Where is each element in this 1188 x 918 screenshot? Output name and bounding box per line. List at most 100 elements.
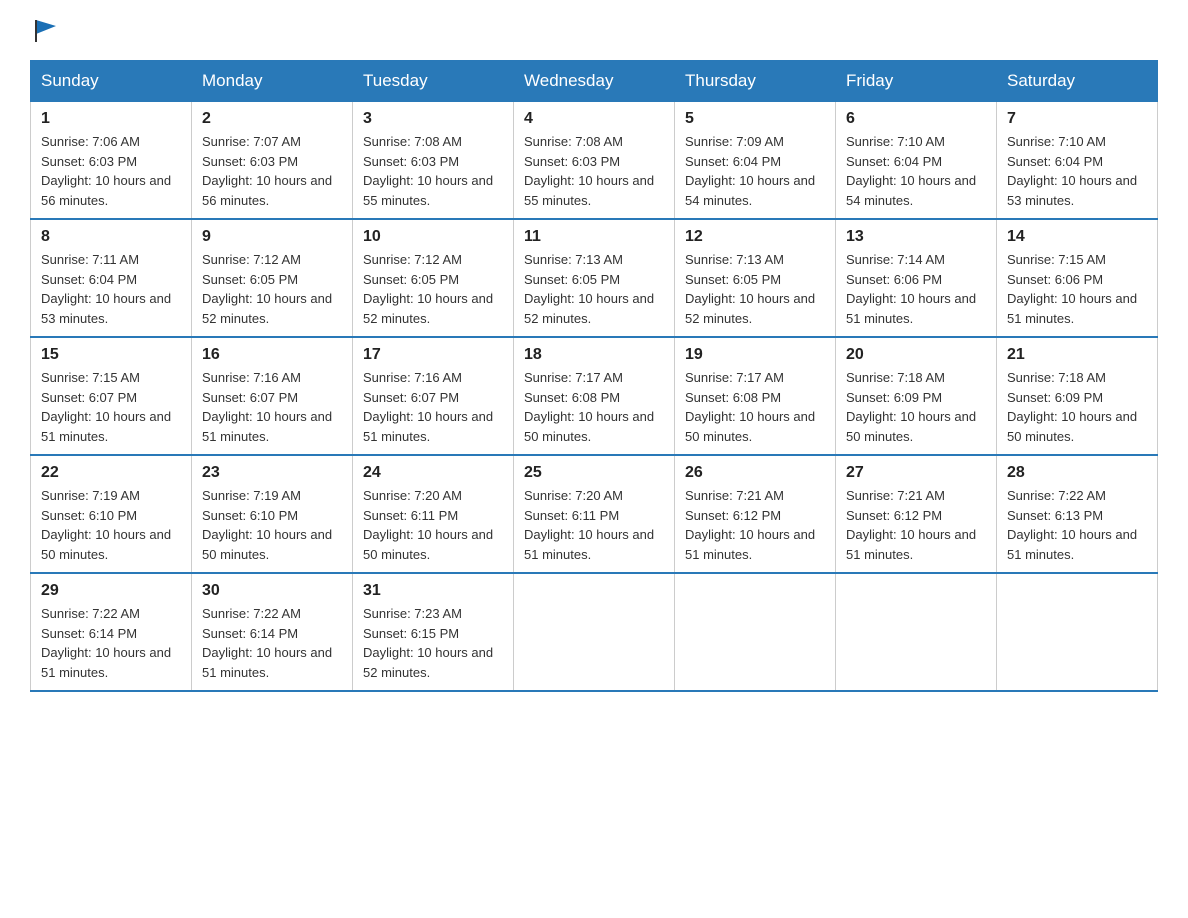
day-info: Sunrise: 7:19 AMSunset: 6:10 PMDaylight:… <box>41 488 171 562</box>
calendar-cell: 4 Sunrise: 7:08 AMSunset: 6:03 PMDayligh… <box>514 102 675 220</box>
day-number: 21 <box>1007 346 1147 364</box>
day-info: Sunrise: 7:20 AMSunset: 6:11 PMDaylight:… <box>524 488 654 562</box>
day-number: 19 <box>685 346 825 364</box>
day-number: 17 <box>363 346 503 364</box>
calendar-cell: 31 Sunrise: 7:23 AMSunset: 6:15 PMDaylig… <box>353 573 514 691</box>
day-number: 22 <box>41 464 181 482</box>
calendar-cell: 15 Sunrise: 7:15 AMSunset: 6:07 PMDaylig… <box>31 337 192 455</box>
calendar-header-row: SundayMondayTuesdayWednesdayThursdayFrid… <box>31 61 1158 102</box>
day-number: 20 <box>846 346 986 364</box>
calendar-cell: 16 Sunrise: 7:16 AMSunset: 6:07 PMDaylig… <box>192 337 353 455</box>
day-number: 3 <box>363 110 503 128</box>
calendar-cell: 19 Sunrise: 7:17 AMSunset: 6:08 PMDaylig… <box>675 337 836 455</box>
day-info: Sunrise: 7:11 AMSunset: 6:04 PMDaylight:… <box>41 252 171 326</box>
day-info: Sunrise: 7:16 AMSunset: 6:07 PMDaylight:… <box>363 370 493 444</box>
day-info: Sunrise: 7:22 AMSunset: 6:14 PMDaylight:… <box>41 606 171 680</box>
day-number: 2 <box>202 110 342 128</box>
day-number: 31 <box>363 582 503 600</box>
calendar-cell: 2 Sunrise: 7:07 AMSunset: 6:03 PMDayligh… <box>192 102 353 220</box>
day-info: Sunrise: 7:18 AMSunset: 6:09 PMDaylight:… <box>846 370 976 444</box>
calendar-cell: 21 Sunrise: 7:18 AMSunset: 6:09 PMDaylig… <box>997 337 1158 455</box>
calendar-cell: 23 Sunrise: 7:19 AMSunset: 6:10 PMDaylig… <box>192 455 353 573</box>
calendar-cell: 1 Sunrise: 7:06 AMSunset: 6:03 PMDayligh… <box>31 102 192 220</box>
calendar-cell: 18 Sunrise: 7:17 AMSunset: 6:08 PMDaylig… <box>514 337 675 455</box>
day-number: 23 <box>202 464 342 482</box>
calendar-cell: 8 Sunrise: 7:11 AMSunset: 6:04 PMDayligh… <box>31 219 192 337</box>
page-header <box>30 20 1158 44</box>
calendar-cell: 26 Sunrise: 7:21 AMSunset: 6:12 PMDaylig… <box>675 455 836 573</box>
day-number: 1 <box>41 110 181 128</box>
calendar-cell: 7 Sunrise: 7:10 AMSunset: 6:04 PMDayligh… <box>997 102 1158 220</box>
calendar-cell: 22 Sunrise: 7:19 AMSunset: 6:10 PMDaylig… <box>31 455 192 573</box>
day-number: 6 <box>846 110 986 128</box>
day-number: 10 <box>363 228 503 246</box>
calendar-cell <box>836 573 997 691</box>
day-info: Sunrise: 7:13 AMSunset: 6:05 PMDaylight:… <box>685 252 815 326</box>
calendar-cell: 14 Sunrise: 7:15 AMSunset: 6:06 PMDaylig… <box>997 219 1158 337</box>
calendar-header-monday: Monday <box>192 61 353 102</box>
calendar-cell: 17 Sunrise: 7:16 AMSunset: 6:07 PMDaylig… <box>353 337 514 455</box>
day-info: Sunrise: 7:06 AMSunset: 6:03 PMDaylight:… <box>41 134 171 208</box>
calendar-header-friday: Friday <box>836 61 997 102</box>
calendar-cell: 11 Sunrise: 7:13 AMSunset: 6:05 PMDaylig… <box>514 219 675 337</box>
day-number: 24 <box>363 464 503 482</box>
calendar-week-row: 29 Sunrise: 7:22 AMSunset: 6:14 PMDaylig… <box>31 573 1158 691</box>
calendar-week-row: 8 Sunrise: 7:11 AMSunset: 6:04 PMDayligh… <box>31 219 1158 337</box>
day-number: 30 <box>202 582 342 600</box>
calendar-cell: 20 Sunrise: 7:18 AMSunset: 6:09 PMDaylig… <box>836 337 997 455</box>
day-number: 28 <box>1007 464 1147 482</box>
calendar-header-sunday: Sunday <box>31 61 192 102</box>
day-number: 25 <box>524 464 664 482</box>
day-info: Sunrise: 7:17 AMSunset: 6:08 PMDaylight:… <box>685 370 815 444</box>
calendar-header-wednesday: Wednesday <box>514 61 675 102</box>
day-number: 13 <box>846 228 986 246</box>
day-number: 5 <box>685 110 825 128</box>
calendar-week-row: 22 Sunrise: 7:19 AMSunset: 6:10 PMDaylig… <box>31 455 1158 573</box>
day-number: 4 <box>524 110 664 128</box>
day-number: 14 <box>1007 228 1147 246</box>
calendar-cell: 25 Sunrise: 7:20 AMSunset: 6:11 PMDaylig… <box>514 455 675 573</box>
day-info: Sunrise: 7:14 AMSunset: 6:06 PMDaylight:… <box>846 252 976 326</box>
day-info: Sunrise: 7:21 AMSunset: 6:12 PMDaylight:… <box>846 488 976 562</box>
day-number: 7 <box>1007 110 1147 128</box>
calendar-week-row: 15 Sunrise: 7:15 AMSunset: 6:07 PMDaylig… <box>31 337 1158 455</box>
day-number: 27 <box>846 464 986 482</box>
day-info: Sunrise: 7:09 AMSunset: 6:04 PMDaylight:… <box>685 134 815 208</box>
day-info: Sunrise: 7:19 AMSunset: 6:10 PMDaylight:… <box>202 488 332 562</box>
calendar-cell: 5 Sunrise: 7:09 AMSunset: 6:04 PMDayligh… <box>675 102 836 220</box>
day-info: Sunrise: 7:07 AMSunset: 6:03 PMDaylight:… <box>202 134 332 208</box>
calendar-cell: 9 Sunrise: 7:12 AMSunset: 6:05 PMDayligh… <box>192 219 353 337</box>
day-info: Sunrise: 7:10 AMSunset: 6:04 PMDaylight:… <box>846 134 976 208</box>
calendar-cell: 27 Sunrise: 7:21 AMSunset: 6:12 PMDaylig… <box>836 455 997 573</box>
day-number: 8 <box>41 228 181 246</box>
day-info: Sunrise: 7:22 AMSunset: 6:14 PMDaylight:… <box>202 606 332 680</box>
calendar-cell: 3 Sunrise: 7:08 AMSunset: 6:03 PMDayligh… <box>353 102 514 220</box>
day-info: Sunrise: 7:15 AMSunset: 6:07 PMDaylight:… <box>41 370 171 444</box>
day-info: Sunrise: 7:08 AMSunset: 6:03 PMDaylight:… <box>363 134 493 208</box>
calendar-week-row: 1 Sunrise: 7:06 AMSunset: 6:03 PMDayligh… <box>31 102 1158 220</box>
day-info: Sunrise: 7:22 AMSunset: 6:13 PMDaylight:… <box>1007 488 1137 562</box>
calendar-header-saturday: Saturday <box>997 61 1158 102</box>
calendar-cell: 12 Sunrise: 7:13 AMSunset: 6:05 PMDaylig… <box>675 219 836 337</box>
day-number: 11 <box>524 228 664 246</box>
day-info: Sunrise: 7:08 AMSunset: 6:03 PMDaylight:… <box>524 134 654 208</box>
day-info: Sunrise: 7:15 AMSunset: 6:06 PMDaylight:… <box>1007 252 1137 326</box>
day-number: 18 <box>524 346 664 364</box>
calendar-header-thursday: Thursday <box>675 61 836 102</box>
calendar-cell: 6 Sunrise: 7:10 AMSunset: 6:04 PMDayligh… <box>836 102 997 220</box>
calendar-cell <box>675 573 836 691</box>
calendar-header-tuesday: Tuesday <box>353 61 514 102</box>
day-number: 12 <box>685 228 825 246</box>
calendar-cell: 13 Sunrise: 7:14 AMSunset: 6:06 PMDaylig… <box>836 219 997 337</box>
logo-flag-icon <box>32 16 60 44</box>
day-info: Sunrise: 7:12 AMSunset: 6:05 PMDaylight:… <box>202 252 332 326</box>
calendar-cell <box>514 573 675 691</box>
day-info: Sunrise: 7:20 AMSunset: 6:11 PMDaylight:… <box>363 488 493 562</box>
day-info: Sunrise: 7:13 AMSunset: 6:05 PMDaylight:… <box>524 252 654 326</box>
day-info: Sunrise: 7:12 AMSunset: 6:05 PMDaylight:… <box>363 252 493 326</box>
day-info: Sunrise: 7:10 AMSunset: 6:04 PMDaylight:… <box>1007 134 1137 208</box>
calendar-cell: 28 Sunrise: 7:22 AMSunset: 6:13 PMDaylig… <box>997 455 1158 573</box>
day-number: 16 <box>202 346 342 364</box>
calendar-cell <box>997 573 1158 691</box>
calendar-cell: 30 Sunrise: 7:22 AMSunset: 6:14 PMDaylig… <box>192 573 353 691</box>
